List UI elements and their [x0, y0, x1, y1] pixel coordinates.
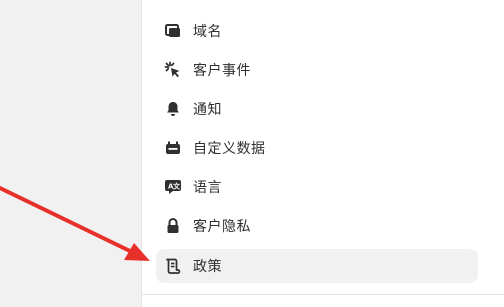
- policy-icon: [164, 257, 182, 275]
- domain-icon: [164, 22, 182, 40]
- menu-item-label: 客户事件: [193, 63, 251, 79]
- divider: [142, 294, 504, 295]
- menu-item-label: 自定义数据: [193, 141, 266, 157]
- menu-item-languages[interactable]: A 文 语言: [156, 170, 478, 204]
- settings-sidebar: 域名 客户事件 通知 自定义数据 A 文 语言 客户隐私 政策: [141, 0, 504, 307]
- menu-item-domains[interactable]: 域名: [156, 14, 478, 48]
- menu-item-label: 语言: [193, 180, 222, 196]
- svg-text:文: 文: [173, 182, 181, 191]
- menu-item-customer-privacy[interactable]: 客户隐私: [156, 209, 478, 243]
- menu-item-customer-events[interactable]: 客户事件: [156, 53, 478, 87]
- metafield-icon: [164, 139, 182, 157]
- menu-item-policies[interactable]: 政策: [156, 249, 478, 283]
- menu-item-notifications[interactable]: 通知: [156, 92, 478, 126]
- bell-icon: [164, 100, 182, 118]
- lock-icon: [164, 217, 182, 235]
- menu-item-custom-data[interactable]: 自定义数据: [156, 131, 478, 165]
- menu-item-label: 客户隐私: [193, 219, 251, 235]
- menu-item-label: 通知: [193, 102, 222, 118]
- menu-item-label: 域名: [193, 24, 222, 40]
- language-icon: A 文: [164, 178, 182, 196]
- screen: 域名 客户事件 通知 自定义数据 A 文 语言 客户隐私 政策: [0, 0, 504, 307]
- menu-item-label: 政策: [193, 259, 222, 275]
- click-icon: [164, 61, 182, 79]
